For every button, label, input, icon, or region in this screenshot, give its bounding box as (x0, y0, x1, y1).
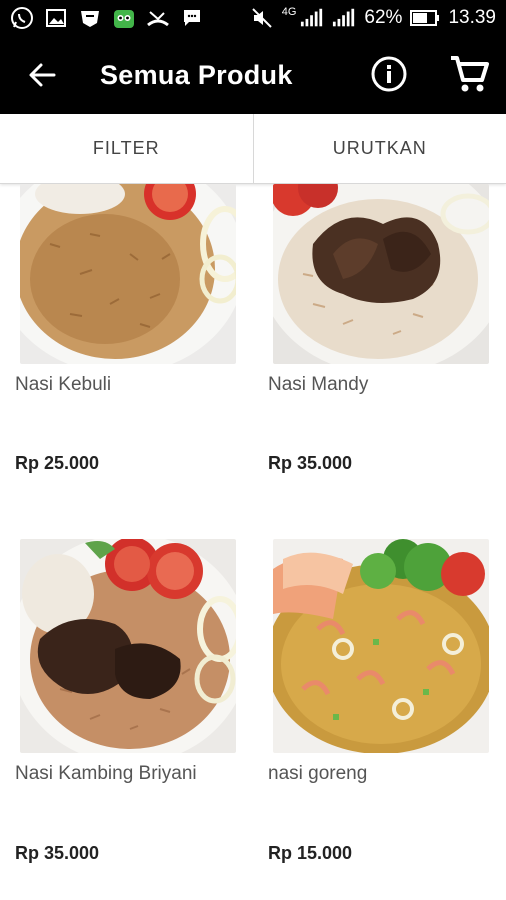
product-price: Rp 35.000 (268, 453, 353, 473)
product-card[interactable]: Nasi Mandy Rp 35.000 (268, 184, 489, 484)
filter-sort-bar: FILTER URUTKAN (0, 114, 506, 184)
filter-button[interactable]: FILTER (0, 114, 253, 183)
back-button[interactable] (14, 47, 70, 103)
cart-button[interactable] (444, 49, 494, 99)
info-button[interactable] (366, 51, 412, 97)
product-price: Rp 15.000 (268, 843, 353, 863)
mute-icon (250, 6, 274, 30)
back-arrow-icon (29, 63, 56, 87)
cart-icon (451, 56, 489, 92)
product-name: Nasi Mandy (268, 374, 369, 395)
signal-icon (300, 6, 324, 30)
tokopedia-icon (112, 6, 136, 30)
page-title: Semua Produk (100, 59, 293, 90)
whatsapp-icon (10, 6, 34, 30)
network-type: 4G (281, 6, 297, 18)
info-icon (371, 56, 407, 92)
missed-call-icon (146, 6, 170, 30)
battery-percent: 62% (364, 7, 403, 28)
product-grid: Nasi Kebuli Rp 25.000 Nasi Mandy Rp 35.0… (0, 184, 506, 900)
product-card[interactable]: nasi goreng Rp 15.000 (268, 539, 489, 863)
product-name: Nasi Kebuli (15, 374, 112, 395)
product-name: Nasi Kambing Briyani (15, 763, 197, 784)
product-image (20, 539, 236, 753)
product-image (273, 184, 489, 364)
product-image (273, 539, 489, 753)
app-bar: Semua Produk (0, 36, 506, 114)
sort-button[interactable]: URUTKAN (252, 114, 506, 183)
product-name: nasi goreng (268, 763, 368, 784)
product-price: Rp 25.000 (15, 453, 100, 473)
status-bar: 4G 62% 13.39 (0, 0, 506, 36)
product-image (20, 184, 236, 364)
message-icon (180, 6, 204, 30)
battery-icon (410, 6, 440, 30)
product-card[interactable]: Nasi Kambing Briyani Rp 35.000 (15, 539, 236, 863)
product-price: Rp 35.000 (15, 843, 100, 863)
signal-icon-2 (332, 6, 356, 30)
shield-icon (78, 6, 102, 30)
gallery-icon (44, 6, 68, 30)
product-card[interactable]: Nasi Kebuli Rp 25.000 (15, 184, 236, 484)
clock: 13.39 (448, 7, 496, 28)
